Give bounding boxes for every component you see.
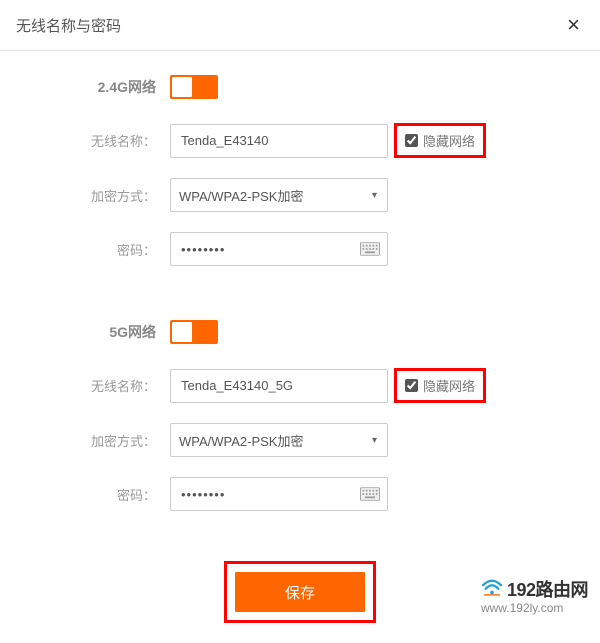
watermark-logo: 192路由网 www.192ly.com: [481, 578, 588, 615]
password-input-24g[interactable]: [170, 232, 388, 266]
close-icon[interactable]: ×: [567, 14, 580, 36]
dialog-title: 无线名称与密码: [16, 15, 121, 36]
keyboard-icon[interactable]: [360, 242, 380, 256]
toggle-knob-icon: [172, 322, 192, 342]
hide-network-5g-block[interactable]: 隐藏网络: [394, 368, 486, 403]
password-label-24g: 密码：: [0, 240, 170, 259]
wifi-icon: [481, 578, 503, 601]
section-heading-5g: 5G网络: [0, 322, 170, 342]
toggle-knob-icon: [172, 77, 192, 97]
ssid-input-5g[interactable]: [170, 369, 388, 403]
hide-network-label-24g: 隐藏网络: [423, 131, 475, 150]
watermark-title: 192路由网: [507, 581, 588, 601]
section-heading-24g: 2.4G网络: [0, 77, 170, 97]
save-button-highlight: 保存: [224, 561, 376, 623]
toggle-5g[interactable]: [170, 320, 218, 344]
encryption-select-24g[interactable]: WPA/WPA2-PSK加密: [170, 178, 388, 212]
watermark-sub: www.192ly.com: [481, 602, 588, 615]
hide-network-label-5g: 隐藏网络: [423, 376, 475, 395]
password-label-5g: 密码：: [0, 485, 170, 504]
dialog-header: 无线名称与密码 ×: [0, 0, 600, 51]
ssid-label-24g: 无线名称：: [0, 131, 170, 150]
password-input-5g[interactable]: [170, 477, 388, 511]
hide-network-checkbox-5g[interactable]: [405, 379, 418, 392]
ssid-input-24g[interactable]: [170, 124, 388, 158]
ssid-label-5g: 无线名称：: [0, 376, 170, 395]
encryption-value-5g: WPA/WPA2-PSK加密: [179, 431, 303, 450]
hide-network-24g-block[interactable]: 隐藏网络: [394, 123, 486, 158]
save-button[interactable]: 保存: [235, 572, 365, 612]
keyboard-icon[interactable]: [360, 487, 380, 501]
encryption-label-5g: 加密方式：: [0, 431, 170, 450]
encryption-select-5g[interactable]: WPA/WPA2-PSK加密: [170, 423, 388, 457]
encryption-value-24g: WPA/WPA2-PSK加密: [179, 186, 303, 205]
hide-network-checkbox-24g[interactable]: [405, 134, 418, 147]
encryption-label-24g: 加密方式：: [0, 186, 170, 205]
toggle-24g[interactable]: [170, 75, 218, 99]
